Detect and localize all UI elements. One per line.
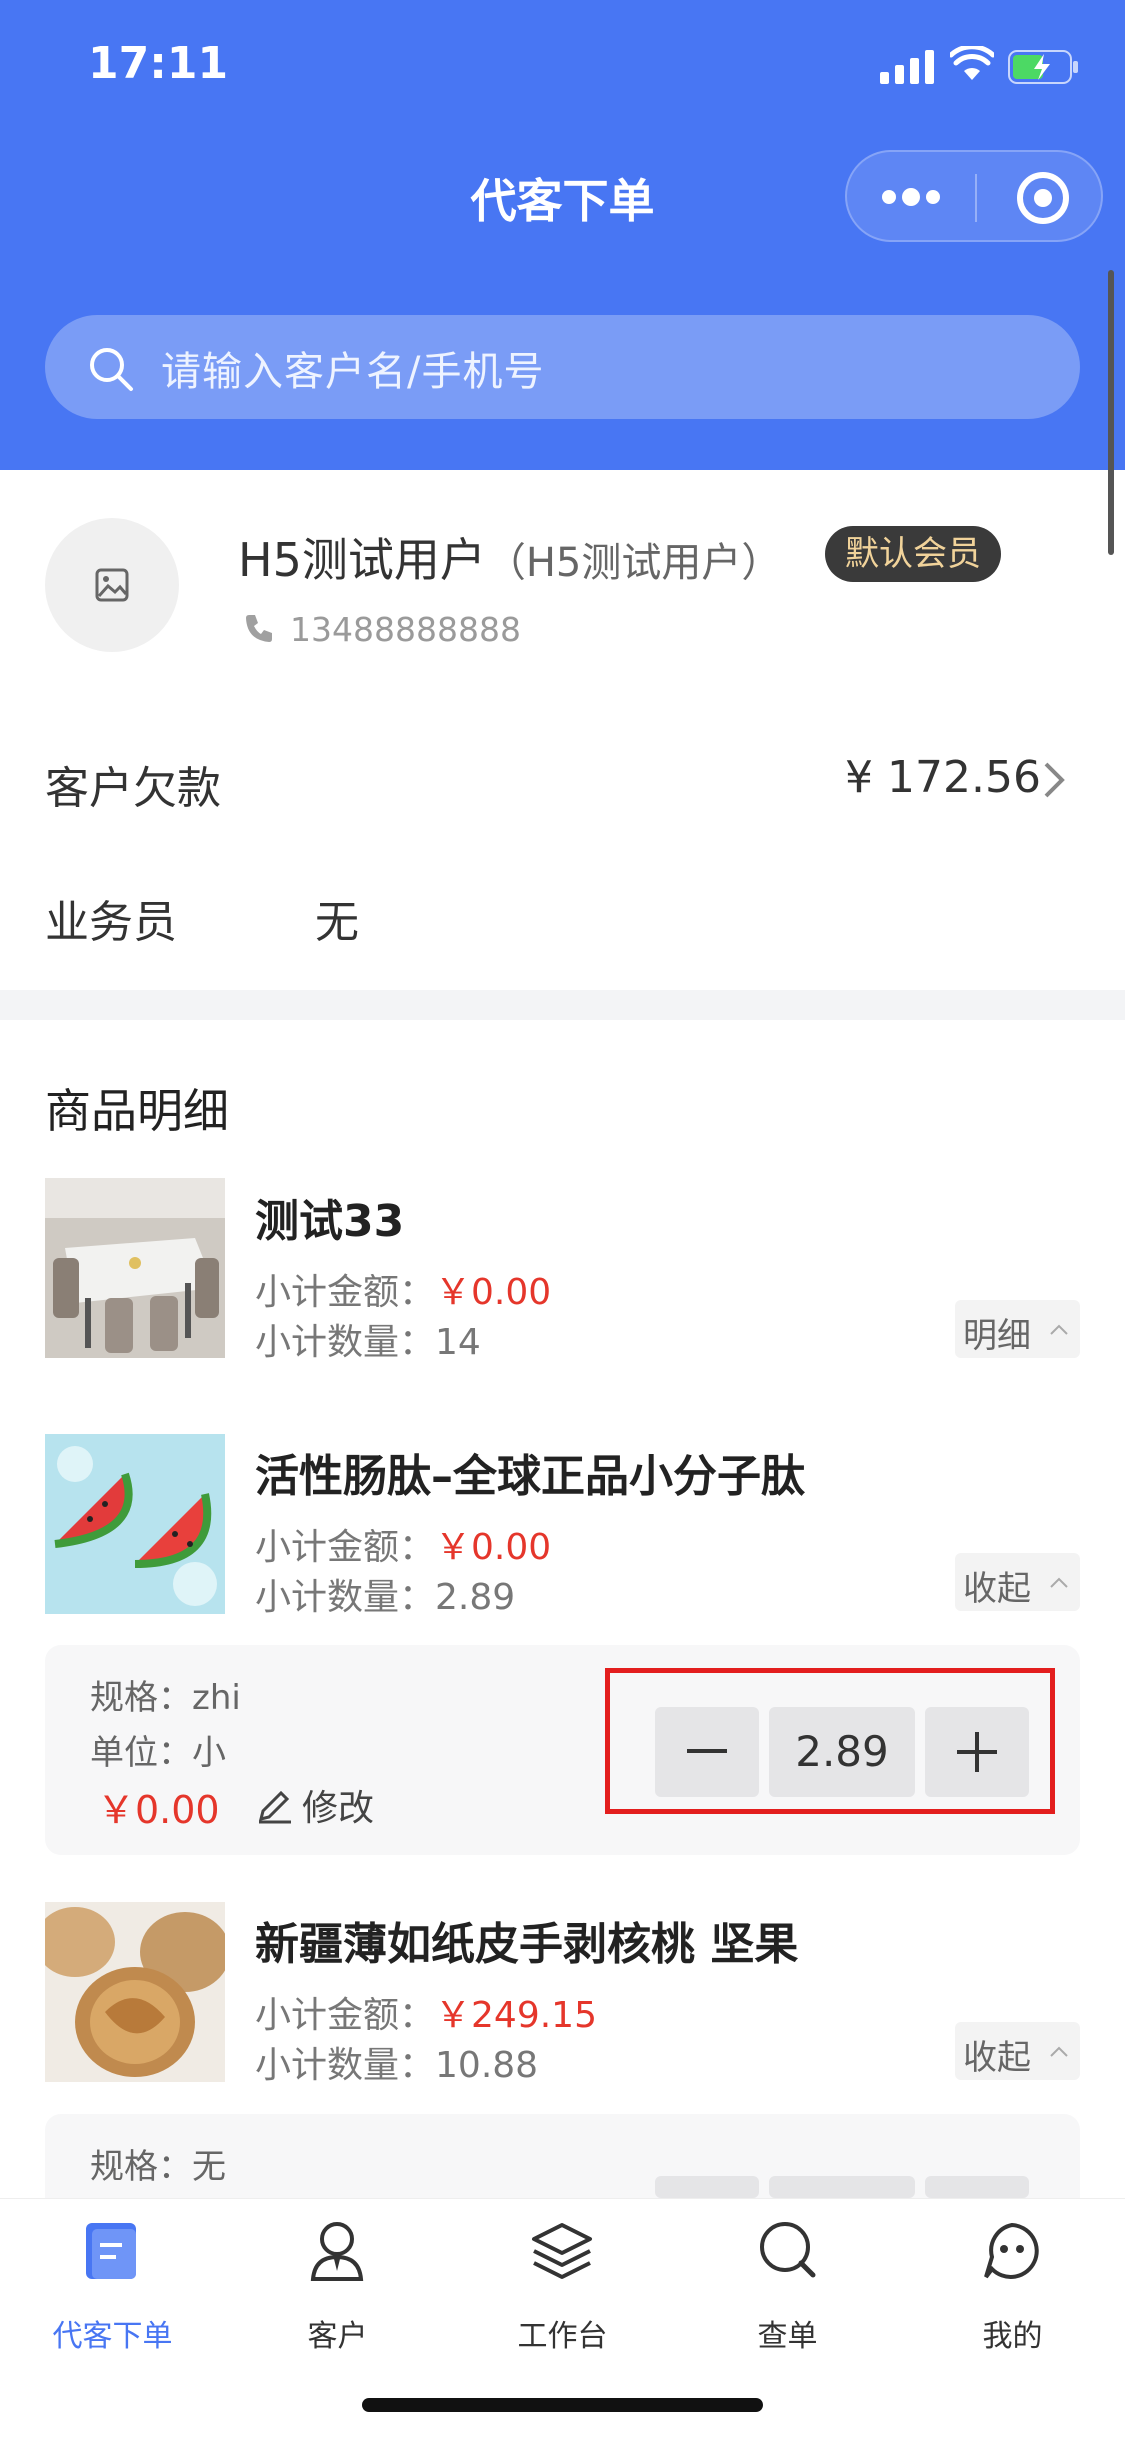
unit-price: ￥0.00: [97, 1788, 220, 1832]
image-placeholder-icon: [95, 568, 129, 602]
tab-label: 查单: [757, 2319, 818, 2354]
status-time: 17:11: [88, 38, 229, 89]
subtotal-amount: 小计金额：￥249.15: [255, 1995, 597, 2036]
subtotal-amount: 小计金额：￥0.00: [255, 1527, 552, 1568]
home-indicator: [362, 2398, 763, 2412]
search-icon: [760, 2222, 816, 2278]
tab-label: 我的: [982, 2319, 1043, 2354]
subtotal-amount: 小计金额：￥0.00: [255, 1272, 552, 1313]
profile-face-icon: [984, 2222, 1039, 2279]
tab-label: 客户: [307, 2319, 368, 2354]
debt-value[interactable]: ¥ 172.56: [845, 752, 1041, 803]
customer-alias: （H5测试用户）: [485, 540, 782, 586]
layers-icon: [532, 2223, 592, 2279]
unit-label: 单位：小: [90, 1733, 226, 1773]
increment-button[interactable]: [925, 2176, 1029, 2198]
search-icon: [90, 348, 133, 391]
chevron-right-icon[interactable]: [1040, 760, 1068, 800]
section-divider: [0, 990, 1125, 1020]
search-input[interactable]: 请输入客户名/手机号: [45, 315, 1080, 419]
subtotal-qty: 小计数量：2.89: [255, 1577, 516, 1618]
phone-icon: [246, 615, 272, 642]
spec-label: 规格：无: [90, 2147, 226, 2187]
section-title: 商品明细: [45, 1084, 229, 1138]
collapse-toggle-button[interactable]: 收起: [955, 2022, 1080, 2080]
tab-label: 工作台: [517, 2319, 608, 2354]
product-name: 新疆薄如纸皮手剥核桃 坚果: [255, 1919, 799, 1970]
product-image-walnut[interactable]: [45, 1902, 225, 2082]
tab-label: 代客下单: [52, 2319, 173, 2354]
user-icon: [310, 2222, 364, 2281]
spec-panel: 规格：无: [45, 2114, 1080, 2198]
decrement-button[interactable]: [655, 2176, 759, 2198]
chevron-up-icon: [1050, 1577, 1068, 1588]
chevron-up-icon: [1050, 1324, 1068, 1335]
collapse-toggle-button[interactable]: 收起: [955, 1553, 1080, 1611]
edit-button[interactable]: 修改: [302, 1779, 374, 1831]
product-name: 活性肠肽–全球正品小分子肽: [255, 1451, 805, 1502]
more-icon[interactable]: [881, 182, 941, 212]
spec-label: 规格：zhi: [90, 1678, 241, 1718]
capsule-divider: [975, 174, 977, 222]
search-placeholder: 请输入客户名/手机号: [161, 349, 545, 395]
scrollbar[interactable]: [1108, 270, 1114, 555]
subtotal-qty: 小计数量：10.88: [255, 2045, 539, 2086]
close-target-icon[interactable]: [1015, 170, 1071, 226]
avatar[interactable]: [45, 518, 179, 652]
subtotal-qty: 小计数量：14: [255, 1322, 481, 1363]
member-badge: 默认会员: [825, 526, 1001, 582]
edit-icon[interactable]: [255, 1787, 293, 1825]
product-name: 测试33: [255, 1196, 405, 1247]
battery-icon: [1008, 50, 1078, 84]
highlight-box: [605, 1668, 1055, 1814]
detail-toggle-button[interactable]: 明细: [955, 1300, 1080, 1358]
mini-program-capsule: [845, 150, 1103, 242]
customer-phone: 13488888888: [290, 610, 521, 649]
chevron-up-icon: [1050, 2046, 1068, 2057]
quantity-input[interactable]: [769, 2176, 915, 2198]
signal-icon: [880, 50, 934, 84]
customer-name: H5测试用户（H5测试用户）: [238, 533, 782, 587]
debt-label: 客户欠款: [45, 763, 221, 814]
product-image-watermelon[interactable]: [45, 1434, 225, 1614]
salesperson-label: 业务员: [45, 897, 177, 948]
salesperson-value: 无: [315, 897, 359, 948]
order-icon: [86, 2223, 136, 2279]
product-image-dining-table[interactable]: [45, 1178, 225, 1358]
wifi-icon: [950, 46, 994, 80]
